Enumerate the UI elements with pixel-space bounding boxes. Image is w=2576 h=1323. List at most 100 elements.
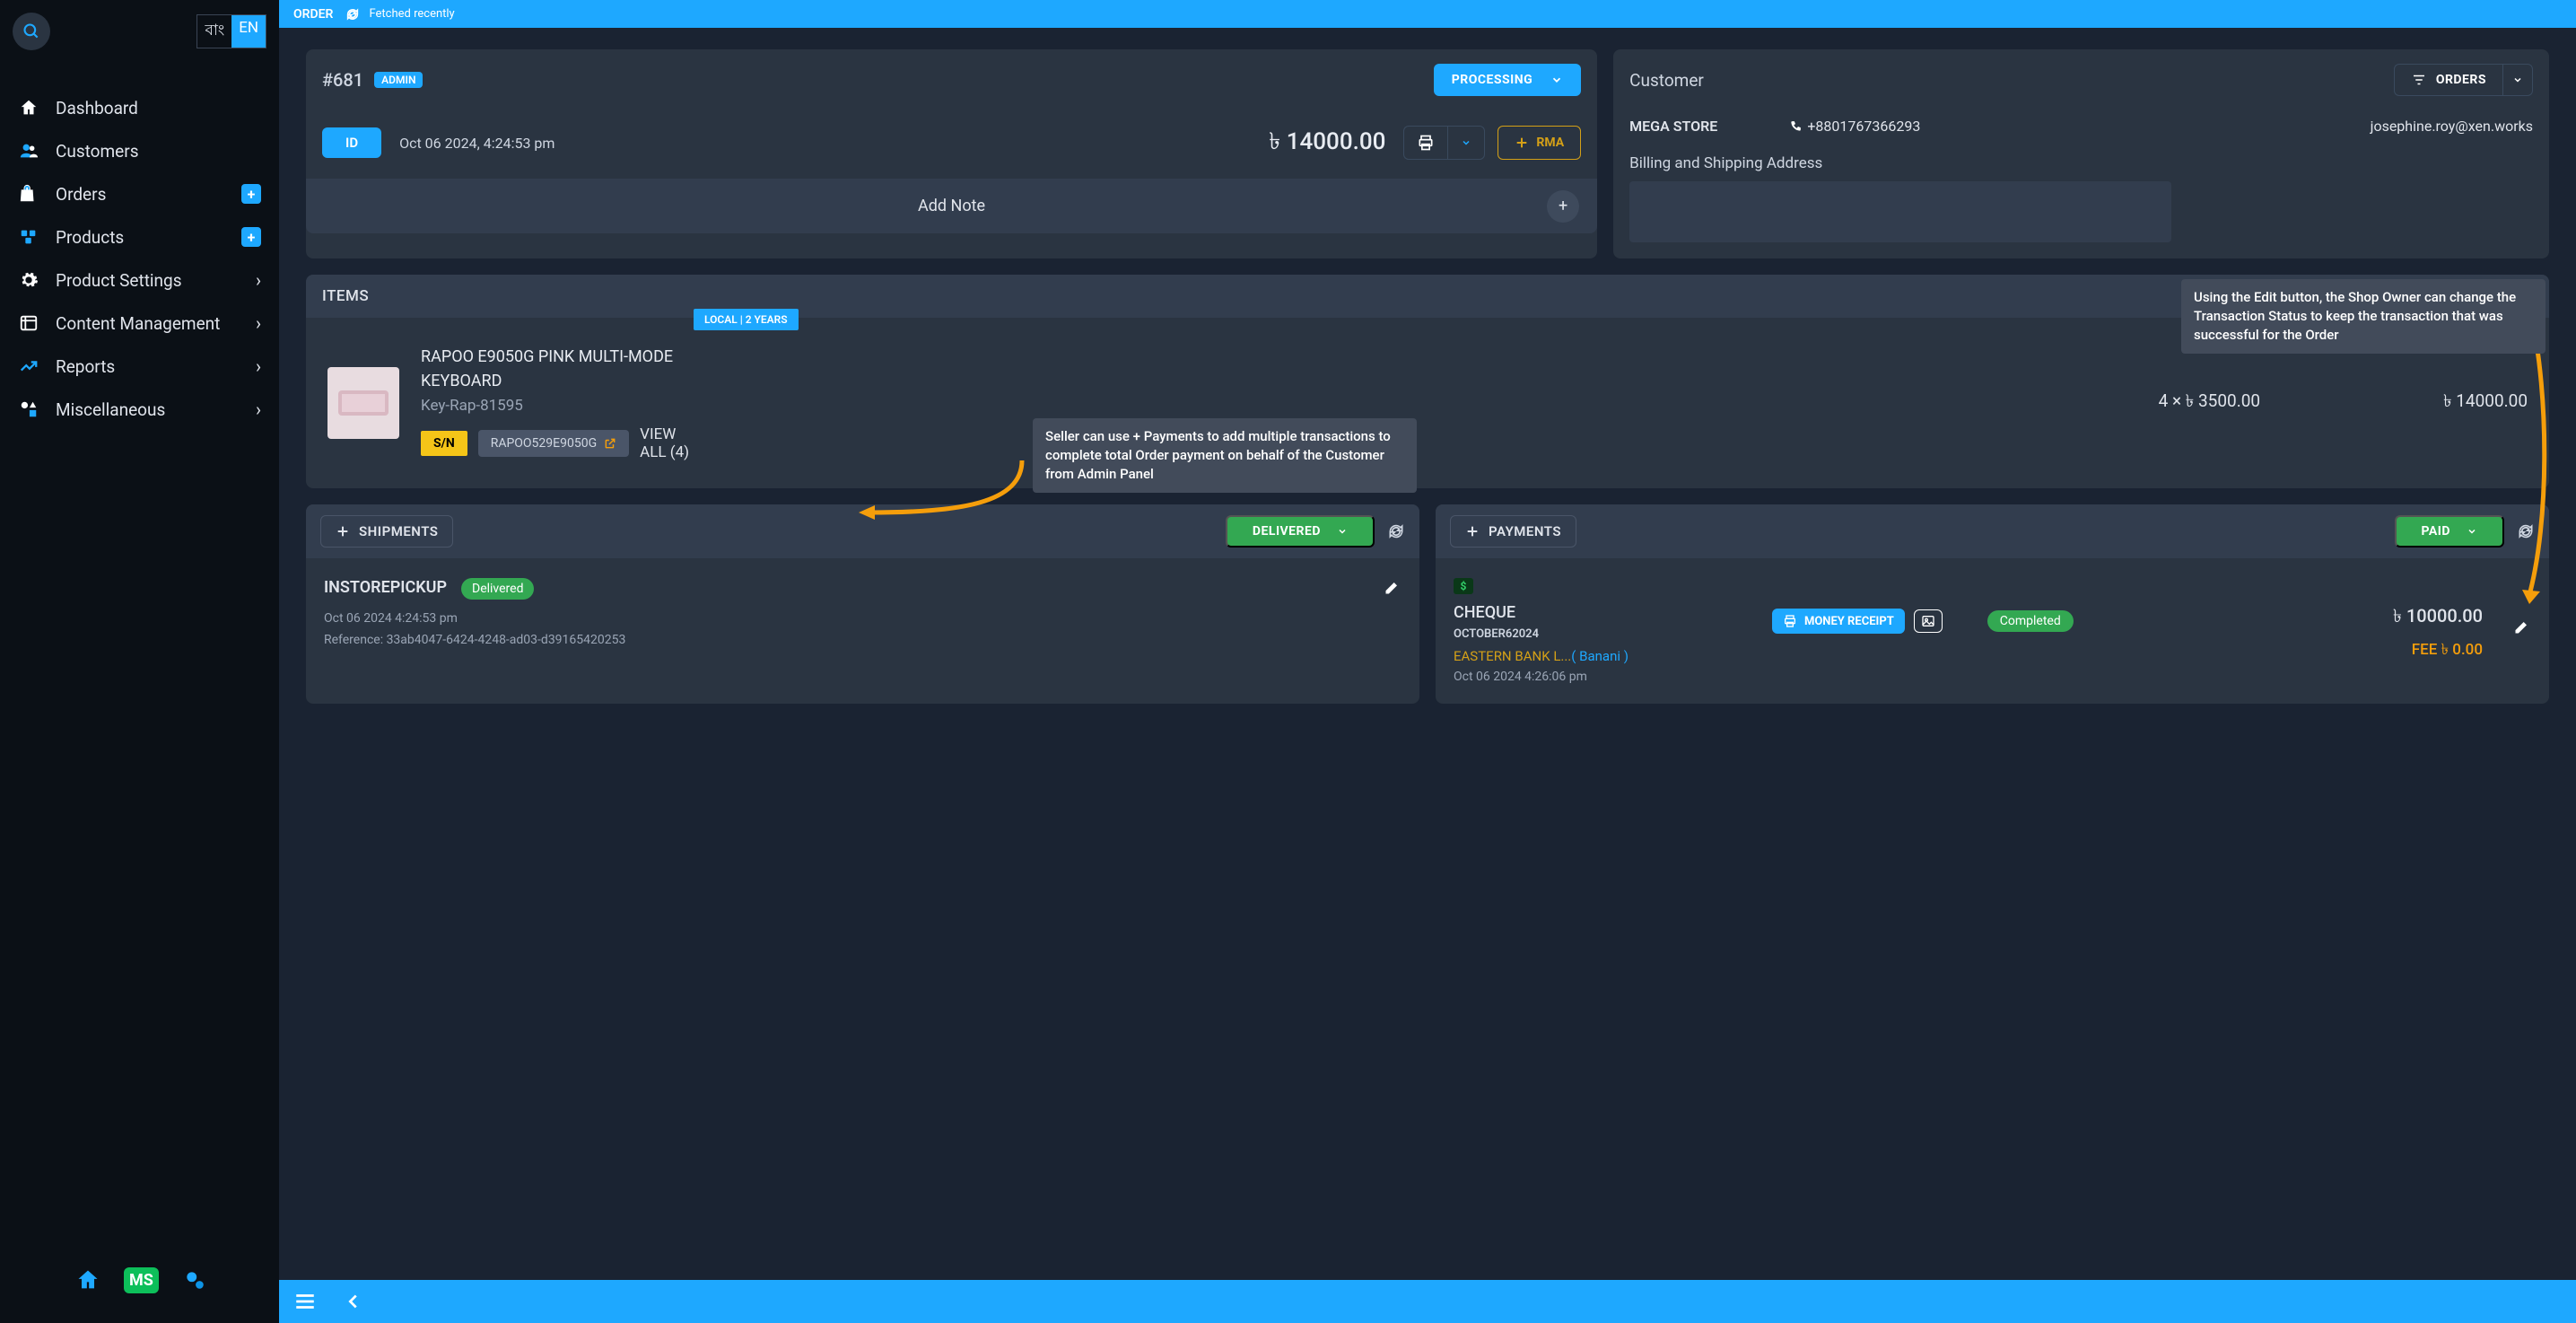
payment-bank: EASTERN BANK L...( Banani ) [1454, 648, 1629, 664]
refresh-shipments[interactable] [1387, 522, 1405, 540]
add-payment-button[interactable]: PAYMENTS [1450, 515, 1576, 548]
nav-reports[interactable]: Reports › [0, 345, 279, 388]
serial-text: RAPOO529E9050G [491, 436, 597, 451]
nav-orders[interactable]: Orders + [0, 172, 279, 215]
lang-en[interactable]: EN [231, 15, 266, 48]
item-image[interactable] [327, 367, 399, 439]
filter-icon [2411, 72, 2427, 88]
nav-customers[interactable]: Customers [0, 129, 279, 172]
receipt-label: MONEY RECEIPT [1804, 615, 1894, 628]
id-chip[interactable]: ID [322, 127, 381, 158]
nav-dashboard[interactable]: Dashboard [0, 86, 279, 129]
sn-tag: S/N [421, 431, 467, 456]
shipments-panel: SHIPMENTS DELIVERED INSTOREPICKUP Delive… [306, 504, 1419, 704]
store-badge[interactable]: MS [124, 1267, 159, 1293]
order-summary-panel: #681 ADMIN PROCESSING ID Oct 06 2024, 4:… [306, 49, 1597, 258]
nav-label: Dashboard [56, 98, 138, 118]
nav-label: Content Management [56, 313, 220, 334]
nav-content-management[interactable]: Content Management › [0, 302, 279, 345]
orders-btn-label: ORDERS [2436, 73, 2486, 87]
print-button[interactable] [1403, 126, 1447, 160]
nav-product-settings[interactable]: Product Settings › [0, 258, 279, 302]
lang-bn[interactable]: বাং [197, 15, 231, 48]
customer-name: MEGA STORE [1629, 118, 1717, 135]
nav-miscellaneous[interactable]: Miscellaneous › [0, 388, 279, 431]
rma-button[interactable]: RMA [1498, 126, 1581, 160]
payment-method: CHEQUE [1454, 603, 1629, 622]
users-icon [18, 140, 39, 162]
chevron-down-icon [2467, 526, 2477, 537]
nav-label: Customers [56, 141, 139, 162]
nav: Dashboard Customers Orders + Products + … [0, 77, 279, 1246]
footer-bar [279, 1280, 2576, 1323]
cash-icon: $ [1454, 578, 1473, 594]
settings-shortcut[interactable] [179, 1264, 211, 1296]
home-icon [18, 97, 39, 118]
order-number: #681 [322, 69, 363, 91]
edit-shipment-button[interactable] [1384, 578, 1402, 596]
page-title: ORDER [293, 7, 333, 22]
view-all-serials[interactable]: VIEW ALL (4) [640, 425, 690, 461]
order-date: Oct 06 2024, 4:24:53 pm [399, 135, 554, 152]
completed-badge: Completed [1987, 610, 2074, 632]
chart-icon [18, 355, 39, 377]
back-button[interactable] [344, 1292, 363, 1311]
nav-products[interactable]: Products + [0, 215, 279, 258]
menu-button[interactable] [293, 1290, 317, 1313]
shipment-method: INSTOREPICKUP [324, 578, 447, 597]
tooltip-payment: Seller can use + Payments to add multipl… [1033, 418, 1417, 493]
bag-icon [18, 183, 39, 205]
order-status-button[interactable]: PROCESSING [1434, 64, 1581, 96]
content-icon [18, 312, 39, 334]
language-switch[interactable]: বাং EN [196, 14, 266, 48]
add-note-button[interactable]: + [1547, 190, 1579, 223]
item-name[interactable]: RAPOO E9050G PINK MULTI-MODE KEYBOARD [421, 345, 690, 393]
serial-chip[interactable]: RAPOO529E9050G [478, 430, 629, 457]
gear-icon [18, 269, 39, 291]
payment-amount: ৳ 10000.00 [2393, 603, 2483, 633]
chevron-right-icon: › [256, 269, 261, 291]
item-qty-price: 4 × ৳ 3500.00 [2159, 389, 2261, 417]
payments-label: PAYMENTS [1489, 523, 1561, 539]
print-dropdown[interactable] [1447, 126, 1485, 160]
fetch-status[interactable]: Fetched recently [345, 7, 454, 22]
payments-panel: PAYMENTS PAID $ CHEQUE OC [1436, 504, 2549, 704]
chevron-right-icon: › [256, 399, 261, 420]
add-shipment-button[interactable]: SHIPMENTS [320, 515, 453, 548]
search-icon [22, 22, 40, 40]
customer-orders-button[interactable]: ORDERS [2394, 64, 2502, 96]
address-box[interactable] [1629, 181, 2171, 242]
money-receipt-button[interactable]: MONEY RECEIPT [1772, 609, 1905, 634]
plus-icon [1515, 136, 1529, 150]
customer-panel: Customer ORDERS MEGA STORE [1613, 49, 2549, 258]
chevron-left-icon [344, 1292, 363, 1311]
phone-icon [1789, 120, 1802, 133]
home-shortcut[interactable] [72, 1264, 104, 1296]
payment-status-button[interactable]: PAID [2395, 515, 2505, 548]
nav-label: Reports [56, 356, 115, 377]
plus-icon [1465, 524, 1480, 539]
sidebar: বাং EN Dashboard Customers Orders + Prod… [0, 0, 279, 1323]
order-total: ৳ 14000.00 [1269, 123, 1385, 162]
shapes-icon [18, 399, 39, 420]
shipment-date: Oct 06 2024 4:24:53 pm [324, 609, 1402, 630]
admin-badge: ADMIN [374, 72, 423, 88]
add-order-button[interactable]: + [241, 184, 261, 204]
topbar: ORDER Fetched recently [279, 0, 2576, 28]
search-button[interactable] [13, 13, 50, 50]
receipt-image-button[interactable] [1914, 609, 1943, 633]
edit-payment-button[interactable] [2513, 618, 2531, 635]
customer-orders-dropdown[interactable] [2502, 64, 2533, 96]
order-status-label: PROCESSING [1452, 73, 1533, 87]
shipment-status-button[interactable]: DELIVERED [1226, 515, 1375, 548]
add-note-row: Add Note + [306, 179, 1597, 233]
chevron-down-icon [2512, 74, 2523, 85]
add-product-button[interactable]: + [241, 227, 261, 247]
refresh-payments[interactable] [2517, 522, 2535, 540]
chevron-down-icon [1461, 137, 1471, 148]
tooltip-edit: Using the Edit button, the Shop Owner ca… [2181, 279, 2545, 354]
nav-label: Orders [56, 184, 106, 205]
cubes-icon [18, 226, 39, 248]
refresh-icon [345, 7, 360, 22]
payment-status-label: PAID [2422, 524, 2451, 539]
